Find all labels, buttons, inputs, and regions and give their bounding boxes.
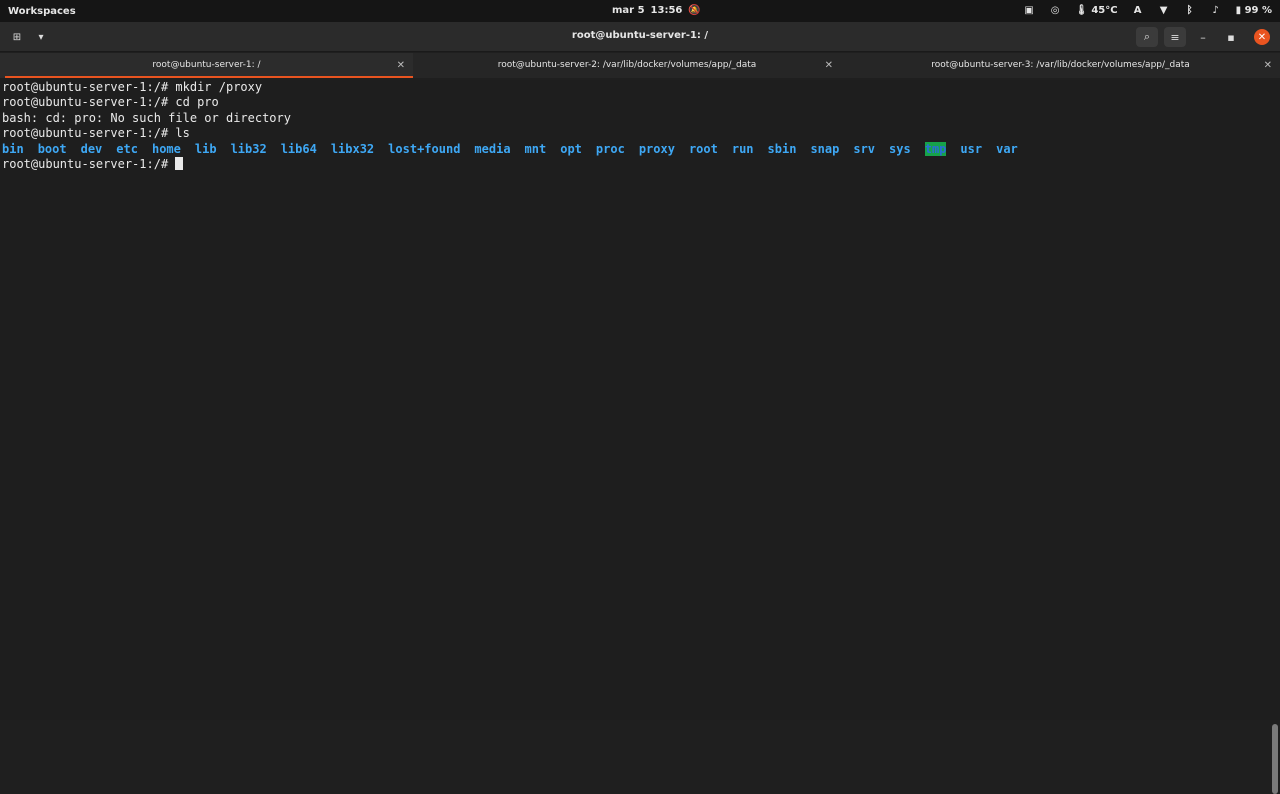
ls-entry: media bbox=[474, 141, 511, 156]
volume-icon[interactable]: ♪ bbox=[1210, 4, 1222, 16]
ls-entry: boot bbox=[37, 141, 67, 156]
system-tray: ▣ ◎ 🌡 45°C A ▼ ᛒ ♪ ▮ 99 % bbox=[1023, 4, 1272, 16]
ls-entry: lib bbox=[194, 141, 217, 156]
ls-entry: run bbox=[731, 141, 754, 156]
ls-entry: etc bbox=[116, 141, 138, 156]
ls-entry: mnt bbox=[524, 141, 547, 156]
ls-entry: opt bbox=[560, 141, 582, 156]
ls-entry: home bbox=[151, 141, 181, 156]
battery-icon: ▮ bbox=[1235, 4, 1242, 16]
workspaces-button[interactable]: Workspaces bbox=[0, 6, 76, 17]
scrollbar[interactable] bbox=[1272, 724, 1278, 794]
tab-close-icon[interactable]: ✕ bbox=[397, 53, 405, 78]
tab-bar: root@ubuntu-server-1: / ✕ root@ubuntu-se… bbox=[0, 53, 1280, 78]
wifi-icon[interactable]: ▼ bbox=[1158, 4, 1170, 16]
prompt: root@ubuntu-server-1:/# bbox=[2, 156, 176, 171]
terminal-prompt-line: root@ubuntu-server-1:/# bbox=[2, 156, 1280, 172]
clock[interactable]: mar 5 13:56 🔕 bbox=[612, 5, 701, 16]
ls-entry: srv bbox=[853, 141, 876, 156]
notifications-off-icon: 🔕 bbox=[688, 5, 701, 16]
tab-server-2[interactable]: root@ubuntu-server-2: /var/lib/docker/vo… bbox=[413, 53, 841, 78]
terminal-line: bash: cd: pro: No such file or directory bbox=[2, 110, 291, 125]
date: mar 5 bbox=[612, 5, 645, 16]
ls-entry: lost+found bbox=[388, 141, 461, 156]
ls-entry: lib64 bbox=[280, 141, 317, 156]
ls-entry: libx32 bbox=[330, 141, 375, 156]
tab-label: root@ubuntu-server-1: / bbox=[152, 60, 261, 70]
ls-entry: dev bbox=[80, 141, 103, 156]
ls-entry: usr bbox=[960, 141, 983, 156]
tab-server-1[interactable]: root@ubuntu-server-1: / ✕ bbox=[0, 53, 413, 78]
ls-entry: bin bbox=[2, 141, 24, 156]
ls-entry: snap bbox=[810, 141, 840, 156]
minimize-icon[interactable]: – bbox=[1192, 27, 1214, 47]
terminal-line: root@ubuntu-server-1:/# ls bbox=[2, 126, 190, 141]
ls-entry: proc bbox=[595, 141, 625, 156]
battery[interactable]: ▮ 99 % bbox=[1236, 5, 1272, 16]
tab-close-icon[interactable]: ✕ bbox=[825, 53, 833, 78]
search-icon[interactable]: ⌕ bbox=[1136, 27, 1158, 47]
screen-icon[interactable]: ▣ bbox=[1023, 4, 1035, 16]
close-icon[interactable]: ✕ bbox=[1254, 29, 1270, 45]
menu-icon[interactable]: ≡ bbox=[1164, 27, 1186, 47]
terminal-line: root@ubuntu-server-1:/# mkdir /proxy bbox=[2, 80, 263, 94]
maximize-icon[interactable]: ▪ bbox=[1220, 27, 1242, 47]
ls-output: bin boot dev etc home lib lib32 lib64 libx32 lost… bbox=[2, 141, 1280, 157]
time: 13:56 bbox=[650, 5, 683, 16]
chrome-icon[interactable]: ◎ bbox=[1049, 4, 1061, 16]
bluetooth-icon[interactable]: ᛒ bbox=[1184, 4, 1196, 16]
thermometer-icon: 🌡 bbox=[1075, 4, 1088, 16]
system-topbar: Workspaces mar 5 13:56 🔕 ▣ ◎ 🌡 45°C A ▼ … bbox=[0, 0, 1280, 22]
cursor bbox=[175, 156, 184, 170]
ls-entry: sbin bbox=[767, 141, 797, 156]
ls-entry: root bbox=[688, 141, 718, 156]
temperature[interactable]: 🌡 45°C bbox=[1075, 5, 1117, 16]
terminal-output[interactable]: root@ubuntu-server-1:/# mkdir /proxy roo… bbox=[0, 80, 1280, 794]
ls-entry: proxy bbox=[638, 141, 675, 156]
ls-entry: tmp bbox=[924, 141, 947, 156]
terminal-line: root@ubuntu-server-1:/# cd pro bbox=[2, 95, 219, 110]
ls-entry: sys bbox=[889, 141, 911, 156]
ls-entry: var bbox=[996, 141, 1018, 156]
text-icon[interactable]: A bbox=[1132, 4, 1144, 16]
tab-label: root@ubuntu-server-2: /var/lib/docker/vo… bbox=[497, 60, 757, 70]
window-title: root@ubuntu-server-1: / bbox=[571, 30, 709, 41]
tab-server-3[interactable]: root@ubuntu-server-3: /var/lib/docker/vo… bbox=[841, 53, 1280, 78]
ls-entry: lib32 bbox=[230, 141, 267, 156]
tab-close-icon[interactable]: ✕ bbox=[1264, 53, 1272, 78]
window-titlebar: ⊞ ▾ root@ubuntu-server-1: / ⌕ ≡ – ▪ ✕ bbox=[0, 22, 1280, 52]
tab-label: root@ubuntu-server-3: /var/lib/docker/vo… bbox=[931, 60, 1190, 70]
